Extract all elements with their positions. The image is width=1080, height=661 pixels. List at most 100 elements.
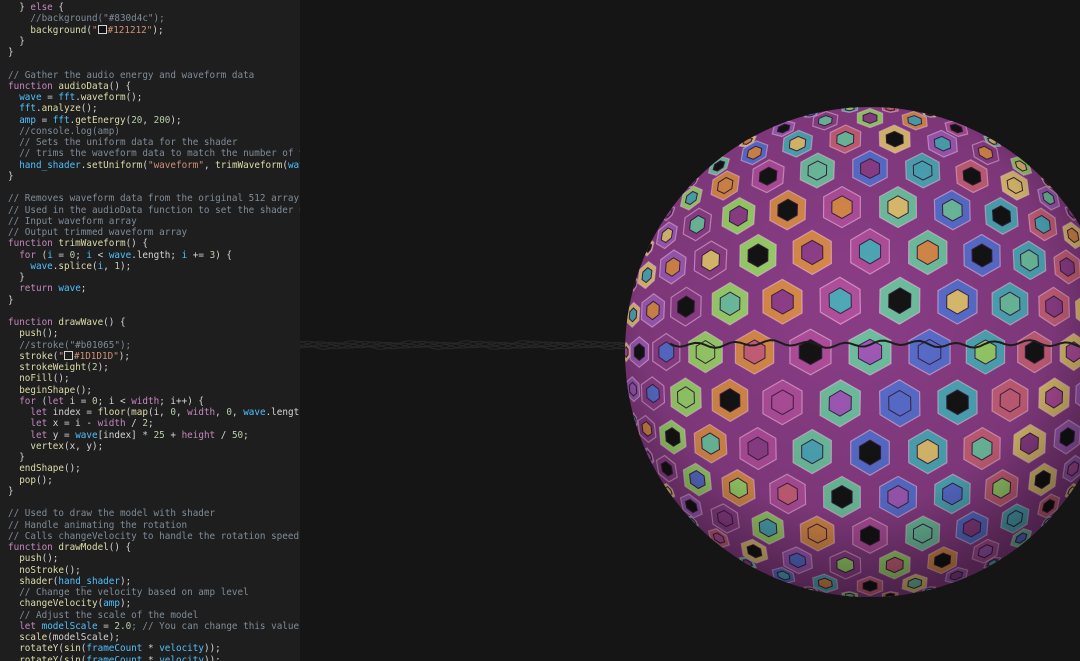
code-line: // Output trimmed waveform array [8, 227, 300, 238]
code-token: // Handle animating the rotation [8, 519, 188, 531]
code-line: } [8, 272, 300, 283]
code-token: map [131, 407, 148, 418]
sketch-canvas[interactable] [300, 0, 1080, 661]
code-token: rotateY [19, 654, 59, 661]
code-line: //background("#830d4c"); [8, 13, 300, 24]
code-token: modelScale [41, 620, 98, 632]
code-token: fft [52, 114, 70, 126]
code-token: // Sets the uniform data for the shader [8, 137, 238, 148]
code-line: } [8, 171, 300, 182]
code-token: #121212" [107, 24, 153, 36]
code-token: < [92, 249, 109, 261]
code-token: background [30, 24, 87, 36]
code-token: scale [19, 632, 48, 643]
code-line: // Used in the audioData function to set… [8, 205, 300, 216]
code-line: for (i = 0; i < wave.length; i += 3) { [8, 250, 300, 261]
code-token: (); [80, 103, 98, 115]
sphere-model [625, 107, 1080, 597]
code-token: function [8, 317, 53, 328]
code-editor[interactable]: } else { //background("#830d4c"); backgr… [0, 0, 300, 661]
code-token: ); [118, 350, 130, 362]
code-line: let index = floor(map(i, 0, width, 0, wa… [8, 407, 300, 418]
code-token: ; [80, 283, 87, 295]
code-line: stroke(" #1D1D1D"); [8, 350, 300, 362]
code-token: height [181, 429, 216, 441]
code-line: // Removes waveform data from the origin… [8, 193, 300, 204]
code-token: noStroke [19, 564, 64, 576]
code-line: let y = wave[index] * 25 + height / 50; [8, 430, 300, 441]
code-token: // Used in the audioData function to set… [8, 204, 300, 216]
code-token: (); [75, 384, 92, 396]
code-token: index = [47, 407, 98, 418]
code-token: , [203, 159, 216, 171]
code-line: for (let i = 0; i < width; i++) { [8, 396, 300, 407]
code-token: + [164, 429, 182, 441]
code-token: 25 [153, 429, 165, 441]
code-token: rotateY [19, 643, 59, 655]
code-line: // Sets the uniform data for the shader [8, 137, 300, 148]
code-line: } [8, 452, 300, 463]
code-token: wave [30, 260, 53, 272]
code-line: // Adjust the scale of the model [8, 610, 300, 621]
code-token: // Gather the audio energy and waveform … [8, 69, 255, 81]
code-line: changeVelocity(amp); [8, 598, 300, 609]
code-token: ) { [215, 249, 232, 261]
code-token: ; i < [97, 395, 132, 407]
code-token: frameCount [86, 654, 143, 661]
code-token: wave [243, 407, 266, 418]
code-token: (modelScale); [47, 632, 120, 643]
code-token: += [187, 249, 210, 261]
code-token: (); [41, 328, 59, 340]
code-token: endShape [19, 463, 64, 475]
code-line: scale(modelScale); [8, 632, 300, 643]
code-line: } [8, 295, 300, 306]
code-token: stroke [19, 350, 53, 362]
code-token: ); [97, 362, 109, 373]
code-token: .length; [131, 249, 182, 261]
code-token: } [8, 485, 14, 497]
code-token: for [19, 395, 36, 407]
code-token: , [231, 407, 244, 418]
code-token: // Used to draw the model with shader [8, 508, 216, 520]
code-token: ( [36, 395, 48, 407]
code-token: 2.0 [114, 620, 132, 632]
code-token: { [52, 2, 64, 13]
code-token: wave [75, 429, 98, 441]
code-token: frameCount [86, 643, 143, 655]
code-token: velocity [159, 654, 204, 661]
code-token: i = [64, 395, 92, 407]
code-line: push(); [8, 328, 300, 339]
code-line: amp = fft.getEnergy(20, 200); [8, 115, 300, 126]
code-line: // Used to draw the model with shader [8, 508, 300, 519]
code-line: hand_shader.setUniform("waveform", trimW… [8, 160, 300, 171]
code-token: ); [170, 114, 182, 126]
code-line: } else { [8, 2, 300, 13]
code-token: analyze [41, 103, 81, 115]
code-line: // Calls changeVelocity to handle the ro… [8, 531, 300, 542]
code-token: setUniform [86, 159, 143, 171]
code-token: = [52, 249, 70, 261]
color-swatch [64, 350, 74, 360]
code-line: push(); [8, 553, 300, 564]
code-token: (); [52, 373, 70, 385]
code-line: // trims the waveform data to match the … [8, 148, 300, 159]
code-token: for [19, 249, 36, 261]
code-line: function audioData() { [8, 81, 300, 92]
code-token: )); [203, 643, 221, 655]
code-token: // Calls changeVelocity to handle the ro… [8, 530, 300, 542]
code-token: width [187, 407, 216, 418]
code-token: [index] * [97, 429, 154, 441]
code-token: , [103, 260, 115, 272]
code-token: wave [108, 249, 132, 261]
code-token: width [97, 418, 126, 430]
code-token: .length)); [265, 407, 300, 418]
